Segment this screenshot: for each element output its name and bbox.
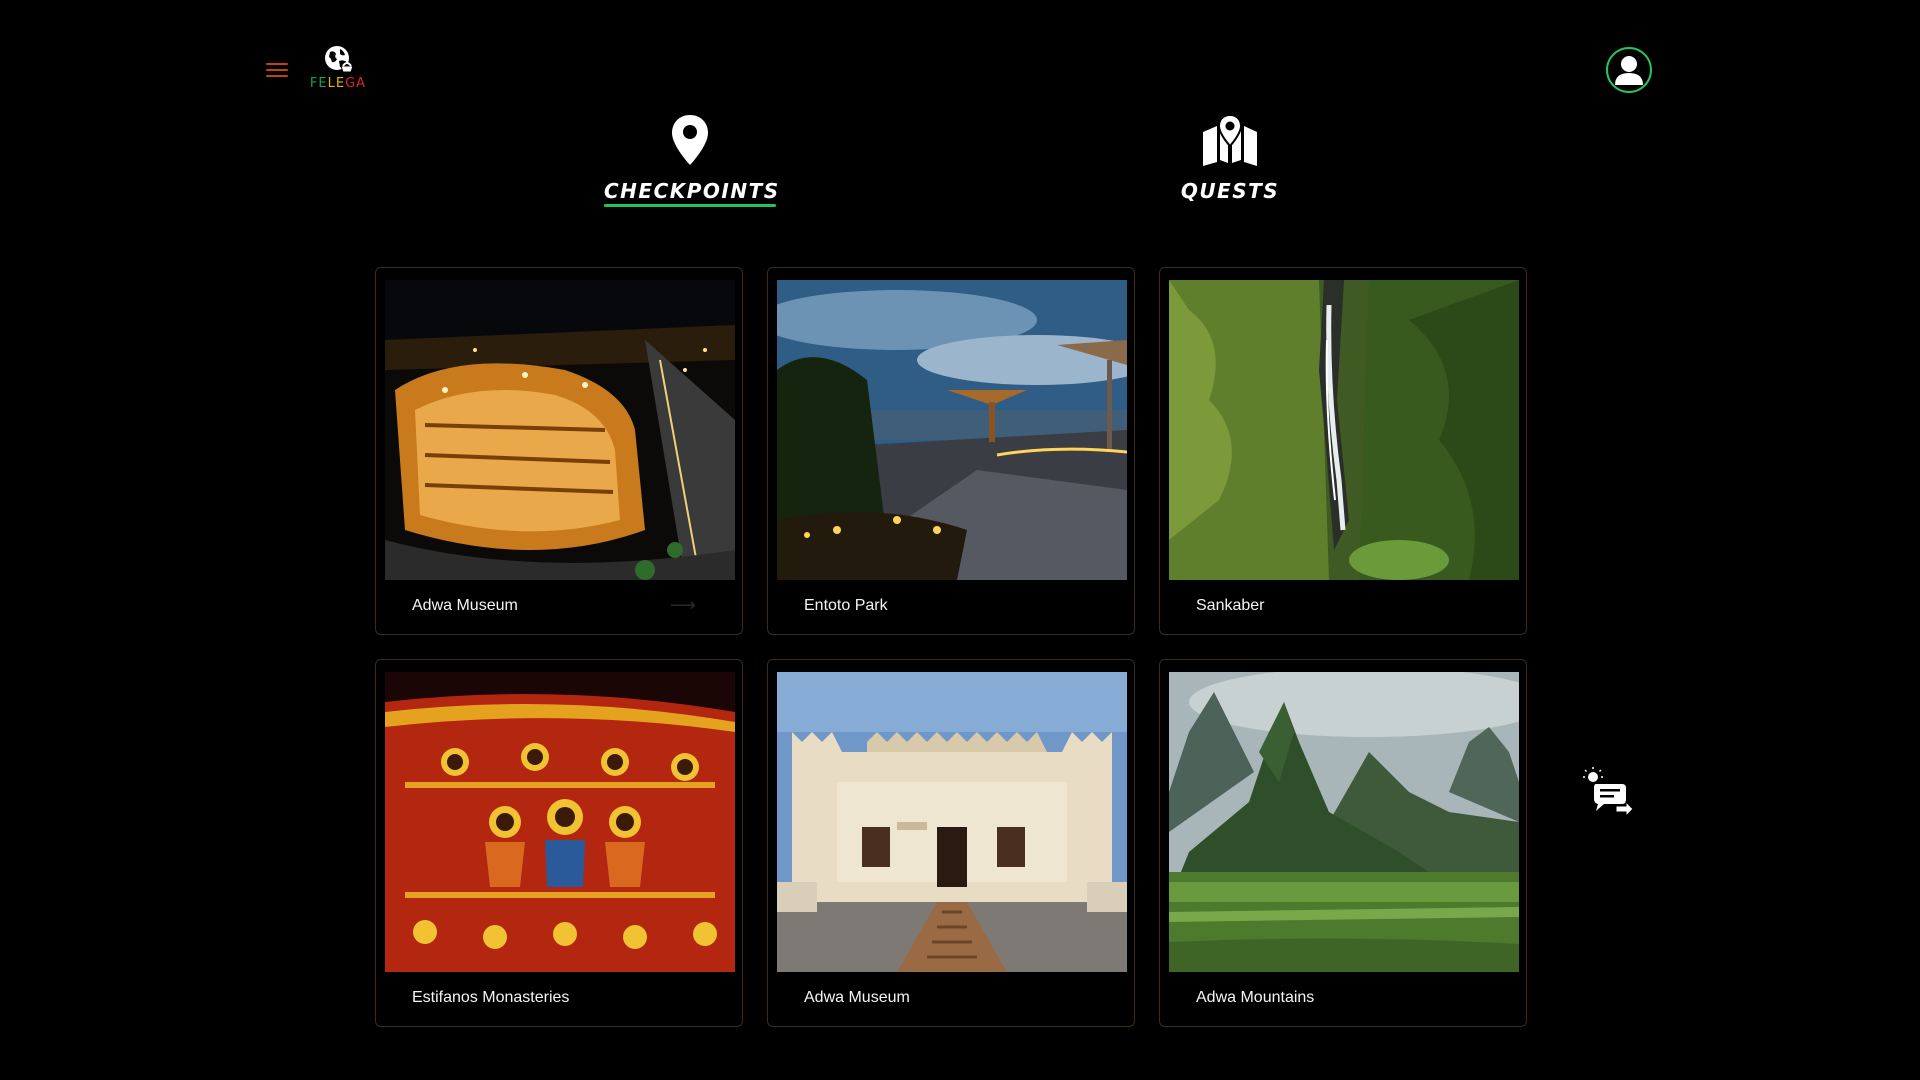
checkpoint-photo <box>777 672 1127 972</box>
checkpoint-name: Estifanos Monasteries <box>412 989 570 1006</box>
tab-checkpoints[interactable]: CHECKPOINTS <box>604 114 780 203</box>
checkpoint-card[interactable]: Estifanos Monasteries <box>375 659 743 1027</box>
logo-text: FELEGA <box>309 76 367 91</box>
chat-support-icon[interactable] <box>1580 766 1634 818</box>
checkpoint-photo <box>385 672 735 972</box>
checkpoint-card[interactable]: Adwa Museum <box>767 659 1135 1027</box>
map-pin-icon <box>672 115 708 165</box>
checkpoint-card[interactable]: Entoto Park <box>767 267 1135 635</box>
checkpoint-photo <box>1169 280 1519 580</box>
hamburger-menu-icon[interactable] <box>266 63 288 77</box>
checkpoint-photo <box>777 280 1127 580</box>
globe-logo-icon <box>325 46 354 73</box>
checkpoint-photo <box>385 280 735 580</box>
felega-logo[interactable]: FELEGA <box>308 44 368 94</box>
checkpoint-name: Entoto Park <box>804 597 888 614</box>
tab-label: CHECKPOINTS <box>604 179 780 203</box>
map-marker-icon <box>1203 113 1257 166</box>
profile-avatar[interactable] <box>1606 47 1652 93</box>
user-icon <box>1615 56 1643 85</box>
checkpoint-card[interactable]: Adwa Museum ⟶ <box>375 267 743 635</box>
checkpoint-card[interactable]: Adwa Mountains <box>1159 659 1527 1027</box>
active-tab-indicator <box>604 204 776 207</box>
checkpoint-card[interactable]: Sankaber <box>1159 267 1527 635</box>
checkpoint-photo <box>1169 672 1519 972</box>
arrow-right-icon[interactable]: ⟶ <box>670 595 696 616</box>
tab-label: QUESTS <box>1180 179 1280 203</box>
checkpoint-name: Sankaber <box>1196 597 1265 614</box>
checkpoint-name: Adwa Mountains <box>1196 989 1315 1006</box>
tab-quests[interactable]: QUESTS <box>1180 113 1280 203</box>
checkpoint-name: Adwa Museum <box>804 989 910 1006</box>
checkpoint-name: Adwa Museum <box>412 597 518 614</box>
